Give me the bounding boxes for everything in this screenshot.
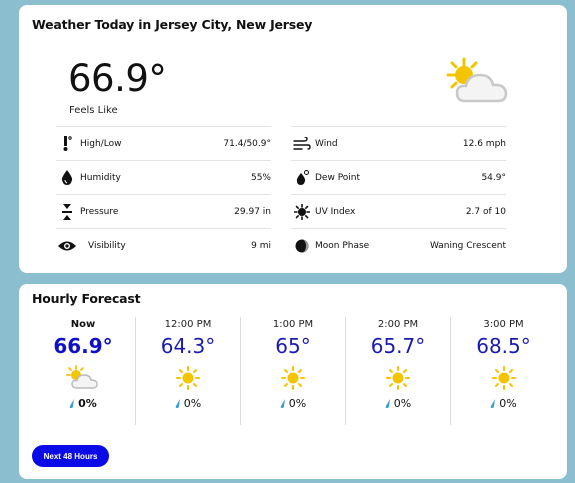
precip-value: 0% [183, 397, 202, 410]
current-temperature: 66.9° [68, 57, 167, 100]
detail-value: 54.9° [481, 172, 506, 183]
hour-time: 2:00 PM [377, 319, 419, 330]
detail-pressure: Pressure 29.97 in [56, 194, 271, 228]
hour-column-1: 12:00 PM 64.3° 0% [136, 317, 241, 425]
dew-point-icon [291, 170, 313, 185]
precip-value: 0% [393, 397, 412, 410]
detail-label: Visibility [88, 240, 126, 251]
detail-label: Moon Phase [315, 240, 370, 251]
today-weather-card: Weather Today in Jersey City, New Jersey… [19, 5, 567, 273]
uv-index-icon [291, 203, 313, 220]
detail-label: UV Index [315, 206, 356, 217]
hour-column-2: 1:00 PM 65° 0% [241, 317, 346, 425]
hour-column-3: 2:00 PM 65.7° 0% [346, 317, 451, 425]
detail-humidity: Humidity 55% [56, 160, 271, 194]
hour-precipitation: 0% [136, 397, 240, 410]
hour-precipitation: 0% [451, 397, 556, 410]
detail-value: 71.4/50.9° [223, 138, 271, 149]
hour-time: 12:00 PM [164, 319, 212, 330]
hourly-title: Hourly Forecast [32, 291, 141, 306]
detail-value: 12.6 mph [462, 138, 506, 149]
humidity-icon [56, 170, 78, 185]
hour-temperature: 65.7° [370, 334, 426, 358]
detail-value: 9 mi [251, 240, 271, 251]
detail-label: Humidity [80, 172, 121, 183]
detail-value: 29.97 in [234, 206, 271, 217]
wind-icon [291, 136, 313, 151]
raindrop-icon [175, 399, 180, 408]
hour-column-4: 3:00 PM 68.5° 0% [451, 317, 556, 425]
detail-uv-index: UV Index 2.7 of 10 [291, 194, 506, 228]
detail-label: Wind [315, 138, 338, 149]
hour-time: Now [70, 319, 96, 330]
hour-precipitation: 0% [241, 397, 345, 410]
precip-value: 0% [288, 397, 307, 410]
precip-value: 0% [78, 397, 97, 410]
detail-label: Pressure [80, 206, 119, 217]
hour-precipitation: 0% [31, 397, 135, 410]
sun-icon [451, 363, 556, 393]
hour-temperature: 64.3° [160, 334, 216, 358]
detail-moon-phase: Moon Phase Waning Crescent [291, 228, 506, 262]
detail-high-low: High/Low 71.4/50.9° [56, 126, 271, 160]
detail-label: Dew Point [315, 172, 361, 183]
feels-like-label: Feels Like [69, 105, 118, 116]
hour-time: 3:00 PM [483, 319, 524, 330]
hour-column-now: Now 66.9° 0% [31, 317, 136, 425]
detail-value: 2.7 of 10 [465, 206, 506, 217]
next-48-hours-button[interactable]: Next 48 Hours [32, 445, 109, 467]
hour-precipitation: 0% [346, 397, 450, 410]
raindrop-icon [490, 399, 496, 408]
moon-phase-icon [291, 239, 313, 253]
partly-cloudy-icon [443, 55, 513, 115]
hour-time: 1:00 PM [272, 319, 314, 330]
raindrop-icon [69, 399, 75, 408]
partly-cloudy-icon [31, 363, 135, 393]
sun-icon [136, 363, 240, 393]
precip-value: 0% [499, 397, 517, 410]
hourly-forecast-card: Hourly Forecast Now 66.9° 0% 12:00 PM 64… [19, 284, 567, 479]
visibility-icon [56, 240, 78, 252]
detail-wind: Wind 12.6 mph [291, 126, 506, 160]
pressure-icon [56, 203, 78, 220]
hour-temperature: 68.5° [476, 334, 531, 358]
today-title: Weather Today in Jersey City, New Jersey [32, 17, 313, 32]
detail-dew-point: Dew Point 54.9° [291, 160, 506, 194]
detail-label: High/Low [80, 138, 122, 149]
detail-value: 55% [250, 172, 271, 183]
raindrop-icon [280, 399, 285, 408]
raindrop-icon [385, 399, 390, 408]
detail-visibility: Visibility 9 mi [56, 228, 271, 262]
hour-temperature: 66.9° [53, 334, 113, 358]
detail-value: Waning Crescent [429, 240, 506, 251]
thermometer-icon [56, 135, 78, 152]
sun-icon [346, 363, 450, 393]
sun-icon [241, 363, 345, 393]
hour-temperature: 65° [275, 334, 311, 358]
